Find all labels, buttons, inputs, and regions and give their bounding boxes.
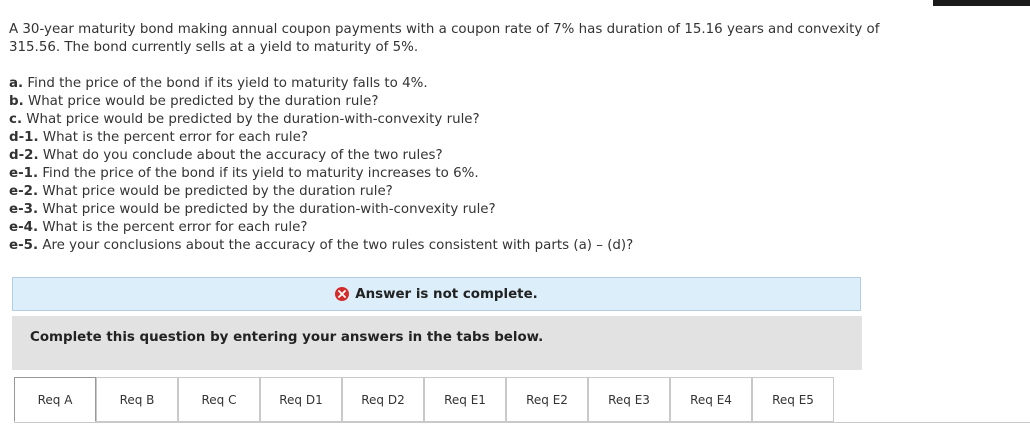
part-text: What price would be predicted by the dur… bbox=[26, 112, 480, 127]
part-text: What do you conclude about the accuracy … bbox=[42, 148, 443, 163]
question-text: A 30-year maturity bond making annual co… bbox=[9, 22, 880, 55]
part-c: c. What price would be predicted by the … bbox=[9, 111, 909, 129]
tab-req-c[interactable]: Req C bbox=[178, 377, 260, 422]
part-text: What price would be predicted by the dur… bbox=[42, 202, 496, 217]
part-text: Are your conclusions about the accuracy … bbox=[42, 238, 634, 253]
tab-req-e2[interactable]: Req E2 bbox=[506, 377, 588, 422]
part-a: a. Find the price of the bond if its yie… bbox=[9, 75, 909, 93]
part-label: c. bbox=[9, 112, 23, 127]
part-e1: e-1. Find the price of the bond if its y… bbox=[9, 165, 909, 183]
part-label: b. bbox=[9, 94, 24, 109]
part-label: e-3. bbox=[9, 202, 39, 217]
tab-req-d1[interactable]: Req D1 bbox=[260, 377, 342, 422]
part-label: e-5. bbox=[9, 238, 39, 253]
part-e4: e-4. What is the percent error for each … bbox=[9, 219, 909, 237]
tab-req-b[interactable]: Req B bbox=[96, 377, 178, 422]
part-e2: e-2. What price would be predicted by th… bbox=[9, 183, 909, 201]
part-e5: e-5. Are your conclusions about the accu… bbox=[9, 237, 909, 255]
instructions-text: Complete this question by entering your … bbox=[30, 330, 544, 345]
question-parts: a. Find the price of the bond if its yie… bbox=[9, 75, 909, 255]
part-text: What price would be predicted by the dur… bbox=[27, 94, 379, 109]
tabs-divider bbox=[14, 422, 1030, 423]
part-b: b. What price would be predicted by the … bbox=[9, 93, 909, 111]
part-text: Find the price of the bond if its yield … bbox=[27, 76, 428, 91]
part-label: d-2. bbox=[9, 148, 39, 163]
top-bar bbox=[933, 0, 1030, 6]
x-circle-icon bbox=[335, 287, 350, 301]
status-text: Answer is not complete. bbox=[355, 286, 538, 302]
tab-req-e3[interactable]: Req E3 bbox=[588, 377, 670, 422]
tab-req-a[interactable]: Req A bbox=[14, 377, 96, 422]
part-text: Find the price of the bond if its yield … bbox=[42, 166, 479, 181]
instructions-box: Complete this question by entering your … bbox=[12, 316, 862, 370]
part-label: e-2. bbox=[9, 184, 39, 199]
answer-status-banner: Answer is not complete. bbox=[12, 277, 861, 311]
part-e3: e-3. What price would be predicted by th… bbox=[9, 201, 909, 219]
tab-req-d2[interactable]: Req D2 bbox=[342, 377, 424, 422]
part-text: What price would be predicted by the dur… bbox=[42, 184, 393, 199]
requirement-tabs: Req A Req B Req C Req D1 Req D2 Req E1 R… bbox=[14, 377, 834, 423]
tab-req-e5[interactable]: Req E5 bbox=[752, 377, 834, 422]
tab-req-e4[interactable]: Req E4 bbox=[670, 377, 752, 422]
part-label: e-4. bbox=[9, 220, 39, 235]
part-d2: d-2. What do you conclude about the accu… bbox=[9, 147, 909, 165]
part-label: e-1. bbox=[9, 166, 39, 181]
part-label: a. bbox=[9, 76, 24, 91]
part-text: What is the percent error for each rule? bbox=[42, 220, 308, 235]
part-d1: d-1. What is the percent error for each … bbox=[9, 129, 909, 147]
part-label: d-1. bbox=[9, 130, 39, 145]
tab-req-e1[interactable]: Req E1 bbox=[424, 377, 506, 422]
part-text: What is the percent error for each rule? bbox=[42, 130, 308, 145]
